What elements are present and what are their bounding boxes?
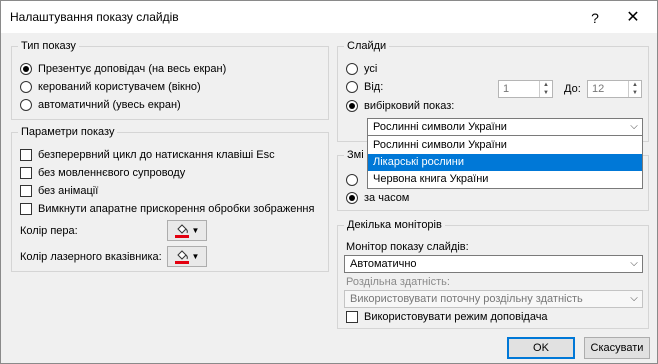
disable-hw-accel-checkbox[interactable]: Вимкнути апаратне прискорення обробки зо…: [20, 203, 314, 215]
slide-show-settings-dialog: Налаштування показу слайдів ? ✕ Тип пока…: [0, 0, 658, 364]
monitor-select[interactable]: Автоматично ⌵: [344, 255, 643, 273]
chevron-down-icon: ▼: [191, 252, 200, 261]
monitor-label: Монітор показу слайдів:: [346, 241, 469, 253]
radio-button[interactable]: [346, 81, 358, 93]
presenter-view-checkbox[interactable]: Використовувати режим доповідача: [346, 311, 548, 323]
checkbox[interactable]: [20, 185, 32, 197]
resolution-select[interactable]: Використовувати поточну роздільну здатні…: [344, 290, 643, 308]
monitor-value: Автоматично: [350, 258, 417, 270]
laser-color-button[interactable]: ▼: [167, 246, 207, 267]
checkbox[interactable]: [20, 149, 32, 161]
laser-color-swatch: [174, 260, 189, 264]
advance-manual-radio[interactable]: [346, 174, 364, 186]
radio-button[interactable]: [346, 63, 358, 75]
slides-title: Слайди: [344, 40, 390, 53]
custom-show-value: Рослинні символи України: [373, 121, 507, 133]
radio-label: за часом: [364, 192, 410, 204]
show-type-window-radio[interactable]: керований користувачем (вікно): [20, 81, 201, 93]
radio-button[interactable]: [346, 174, 358, 186]
title-bar: Налаштування показу слайдів ? ✕: [1, 1, 657, 33]
radio-button[interactable]: [20, 63, 32, 75]
help-button[interactable]: ?: [581, 7, 609, 29]
chevron-down-icon: ⌵: [630, 258, 638, 269]
chevron-down-icon: ⌵: [630, 121, 638, 132]
custom-show-dropdown-list: Рослинні символи України Лікарські росли…: [367, 135, 643, 189]
checkbox-label: Використовувати режим доповідача: [364, 311, 548, 323]
radio-button[interactable]: [346, 192, 358, 204]
radio-button[interactable]: [346, 100, 358, 112]
pen-color-swatch: [174, 234, 189, 238]
dropdown-option[interactable]: Червона книга України: [368, 171, 642, 188]
checkbox-label: Вимкнути апаратне прискорення обробки зо…: [38, 203, 315, 215]
dropdown-option[interactable]: Рослинні символи України: [368, 137, 642, 154]
multiple-monitors-title: Декілька моніторів: [344, 219, 445, 232]
cancel-button[interactable]: Скасувати: [584, 337, 650, 359]
advance-timing-radio[interactable]: за часом: [346, 192, 409, 204]
advance-slides-title: Змі: [344, 149, 367, 162]
radio-button[interactable]: [20, 81, 32, 93]
dialog-title: Налаштування показу слайдів: [10, 10, 179, 24]
checkbox[interactable]: [20, 167, 32, 179]
pen-color-label: Колір пера:: [20, 225, 78, 237]
no-narration-checkbox[interactable]: без мовленнєвого супроводу: [20, 167, 185, 179]
paint-bucket-icon: [174, 223, 189, 238]
show-type-kiosk-radio[interactable]: автоматичний (увесь екран): [20, 99, 181, 111]
show-options-title: Параметри показу: [18, 126, 118, 139]
checkbox[interactable]: [20, 203, 32, 215]
resolution-label: Роздільна здатність:: [346, 276, 450, 288]
resolution-value: Використовувати поточну роздільну здатні…: [350, 293, 583, 305]
pen-color-button[interactable]: ▼: [167, 220, 207, 241]
to-slide-label: До:: [564, 83, 581, 95]
radio-button[interactable]: [20, 99, 32, 111]
radio-label: усі: [364, 63, 378, 75]
checkbox[interactable]: [346, 311, 358, 323]
show-type-title: Тип показу: [18, 40, 79, 53]
checkbox-label: без анімації: [38, 185, 99, 197]
radio-label: керований користувачем (вікно): [38, 81, 201, 93]
spinner-arrows-icon[interactable]: ▲ ▼: [628, 81, 641, 97]
from-slide-value: 1: [503, 83, 510, 95]
slides-range-radio[interactable]: Від:: [346, 81, 383, 93]
radio-label: автоматичний (увесь екран): [38, 99, 181, 111]
chevron-down-icon: ▼: [191, 226, 200, 235]
slides-all-radio[interactable]: усі: [346, 63, 377, 75]
spinner-arrows-icon[interactable]: ▲ ▼: [539, 81, 552, 97]
laser-color-label: Колір лазерного вказівника:: [20, 251, 162, 263]
custom-show-select[interactable]: Рослинні символи України ⌵: [367, 118, 643, 136]
dropdown-option-selected[interactable]: Лікарські рослини: [368, 154, 642, 171]
no-animation-checkbox[interactable]: без анімації: [20, 185, 98, 197]
radio-label: Презентує доповідач (на весь екран): [38, 63, 227, 75]
ok-button[interactable]: OK: [507, 337, 575, 359]
radio-label: вибірковий показ:: [364, 100, 455, 112]
close-button[interactable]: ✕: [619, 7, 647, 29]
checkbox-label: безперервний цикл до натискання клавіші …: [38, 149, 275, 161]
checkbox-label: без мовленнєвого супроводу: [38, 167, 186, 179]
to-slide-spinner[interactable]: 12 ▲ ▼: [587, 80, 642, 98]
from-slide-spinner[interactable]: 1 ▲ ▼: [498, 80, 553, 98]
to-slide-value: 12: [592, 83, 605, 95]
loop-checkbox[interactable]: безперервний цикл до натискання клавіші …: [20, 149, 275, 161]
paint-bucket-icon: [174, 249, 189, 264]
chevron-down-icon: ⌵: [630, 293, 638, 304]
slides-custom-radio[interactable]: вибірковий показ:: [346, 100, 454, 112]
show-type-presenter-radio[interactable]: Презентує доповідач (на весь екран): [20, 63, 226, 75]
radio-label: Від:: [364, 81, 384, 93]
